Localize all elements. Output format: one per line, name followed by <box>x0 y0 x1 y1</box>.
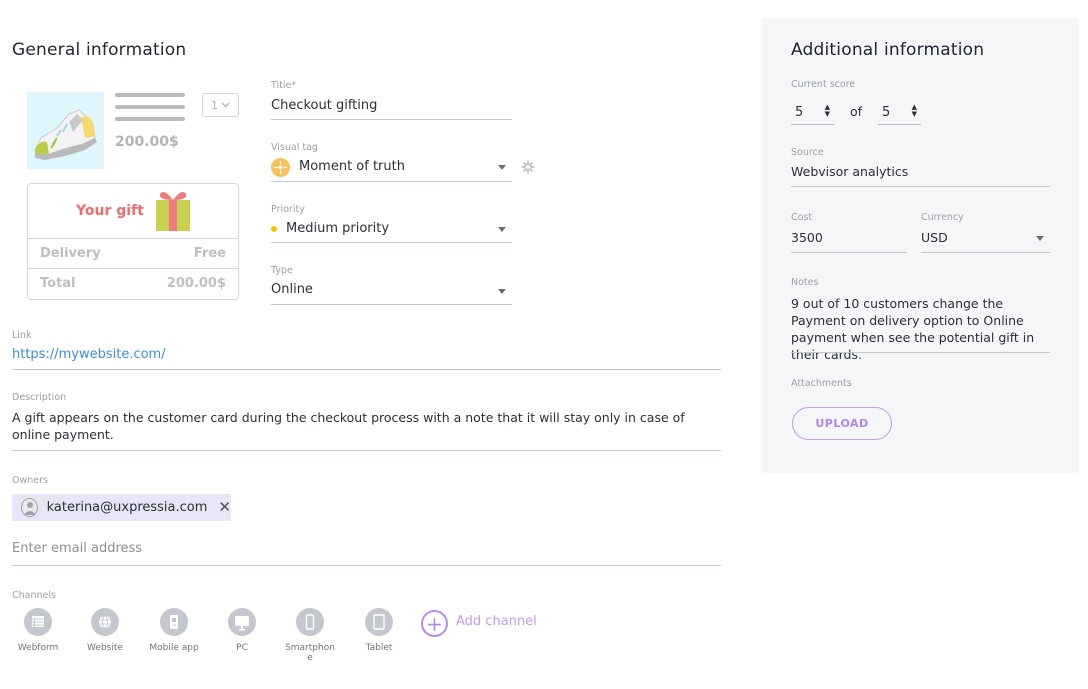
notes-label: Notes <box>791 277 819 288</box>
upload-button[interactable]: UPLOAD <box>792 407 892 440</box>
description-label: Description <box>12 392 67 403</box>
gift-box-icon <box>156 192 190 231</box>
cost-input[interactable]: 3500 <box>791 230 823 245</box>
delivery-value: Free <box>193 246 226 261</box>
sneaker-icon <box>34 109 97 160</box>
description-input[interactable]: A gift appears on the customer card duri… <box>12 409 721 443</box>
gear-icon[interactable] <box>521 160 535 174</box>
channels-label: Channels <box>12 590 56 601</box>
notes-underline <box>791 352 1050 353</box>
description-underline <box>12 450 721 451</box>
score-of-label: of <box>850 104 863 119</box>
channel-label: Webform <box>17 643 59 653</box>
stepper-arrows-icon[interactable]: ▲ ▼ <box>825 104 830 118</box>
add-channel-label: Add channel <box>456 614 537 629</box>
source-input[interactable]: Webvisor analytics <box>791 164 908 179</box>
channel-tablet[interactable]: Tablet <box>349 608 409 653</box>
channel-webform[interactable]: Webform <box>8 608 68 653</box>
owner-email: katerina@uxpressia.com <box>46 500 208 515</box>
priority-caret-icon[interactable] <box>498 227 506 232</box>
cost-underline <box>791 252 907 253</box>
globe-icon <box>91 608 119 636</box>
remove-owner-close-icon[interactable]: ✕ <box>218 500 231 515</box>
channel-label: Website <box>87 643 123 653</box>
title-label: Title* <box>271 80 297 91</box>
owner-email-underline <box>12 565 721 566</box>
type-caret-icon[interactable] <box>498 289 506 294</box>
title-underline <box>271 119 512 120</box>
visual-tag-underline <box>271 181 512 182</box>
current-score-value: 5 <box>795 105 804 120</box>
owner-email-input[interactable] <box>12 541 721 556</box>
tablet-icon <box>365 608 393 636</box>
max-score-stepper[interactable]: 5 ▲ ▼ <box>878 103 921 125</box>
chevron-down-icon <box>221 102 230 108</box>
current-score-stepper[interactable]: 5 ▲ ▼ <box>791 103 834 125</box>
owner-chip: katerina@uxpressia.com ✕ <box>12 494 231 521</box>
priority-underline <box>271 242 512 243</box>
visual-tag-select[interactable]: Moment of truth <box>299 159 405 174</box>
priority-dot-icon <box>271 226 277 232</box>
quantity-value: 1 <box>211 98 218 112</box>
type-select[interactable]: Online <box>271 282 313 297</box>
owners-label: Owners <box>12 475 48 486</box>
cost-label: Cost <box>791 212 813 223</box>
current-score-label: Current score <box>791 79 856 90</box>
general-info-title: General information <box>12 40 187 60</box>
currency-caret-icon[interactable] <box>1036 236 1044 241</box>
source-underline <box>791 186 1050 187</box>
product-name-placeholder <box>115 105 185 109</box>
channel-label: Smartphone <box>285 643 335 663</box>
plus-icon: + <box>421 610 448 637</box>
moment-of-truth-icon <box>271 158 290 177</box>
stepper-arrows-icon[interactable]: ▲ ▼ <box>912 104 917 118</box>
currency-select[interactable]: USD <box>921 230 948 245</box>
total-value: 200.00$ <box>166 276 226 291</box>
product-image <box>27 92 104 169</box>
type-underline <box>271 304 512 305</box>
gift-card-preview: Your gift Delivery Free Total 200.00$ <box>27 183 239 300</box>
currency-underline <box>921 252 1050 253</box>
gift-label: Your gift <box>76 203 144 219</box>
product-price: 200.00$ <box>115 134 179 150</box>
type-label: Type <box>271 265 293 276</box>
max-score-value: 5 <box>882 105 891 120</box>
mobile-app-icon <box>160 608 188 636</box>
link-label: Link <box>12 330 32 341</box>
priority-label: Priority <box>271 204 305 215</box>
channel-website[interactable]: Website <box>75 608 135 653</box>
channel-label: Mobile app <box>149 643 199 653</box>
visual-tag-label: Visual tag <box>271 142 318 153</box>
channel-mobile-app[interactable]: Mobile app <box>144 608 204 653</box>
channel-smartphone[interactable]: Smartphone <box>280 608 340 663</box>
total-label: Total <box>40 276 76 291</box>
visual-tag-caret-icon[interactable] <box>498 165 506 170</box>
priority-select[interactable]: Medium priority <box>286 221 389 236</box>
smartphone-icon <box>296 608 324 636</box>
webform-icon <box>24 608 52 636</box>
additional-info-title: Additional information <box>791 40 985 60</box>
source-label: Source <box>791 147 824 158</box>
link-input[interactable]: https://mywebsite.com/ <box>12 347 166 362</box>
delivery-label: Delivery <box>40 246 101 261</box>
attachments-label: Attachments <box>791 378 852 389</box>
title-input[interactable]: Checkout gifting <box>271 98 377 113</box>
product-name-placeholder <box>115 93 185 97</box>
avatar-icon <box>21 498 38 517</box>
product-name-placeholder <box>115 117 185 121</box>
quantity-select: 1 <box>202 93 239 117</box>
channel-label: PC <box>236 643 248 653</box>
currency-label: Currency <box>921 212 964 223</box>
channel-label: Tablet <box>365 643 393 653</box>
channel-pc[interactable]: PC <box>212 608 272 653</box>
monitor-icon <box>228 608 256 636</box>
add-channel-button[interactable]: + Add channel <box>421 610 537 637</box>
link-underline <box>12 369 721 370</box>
